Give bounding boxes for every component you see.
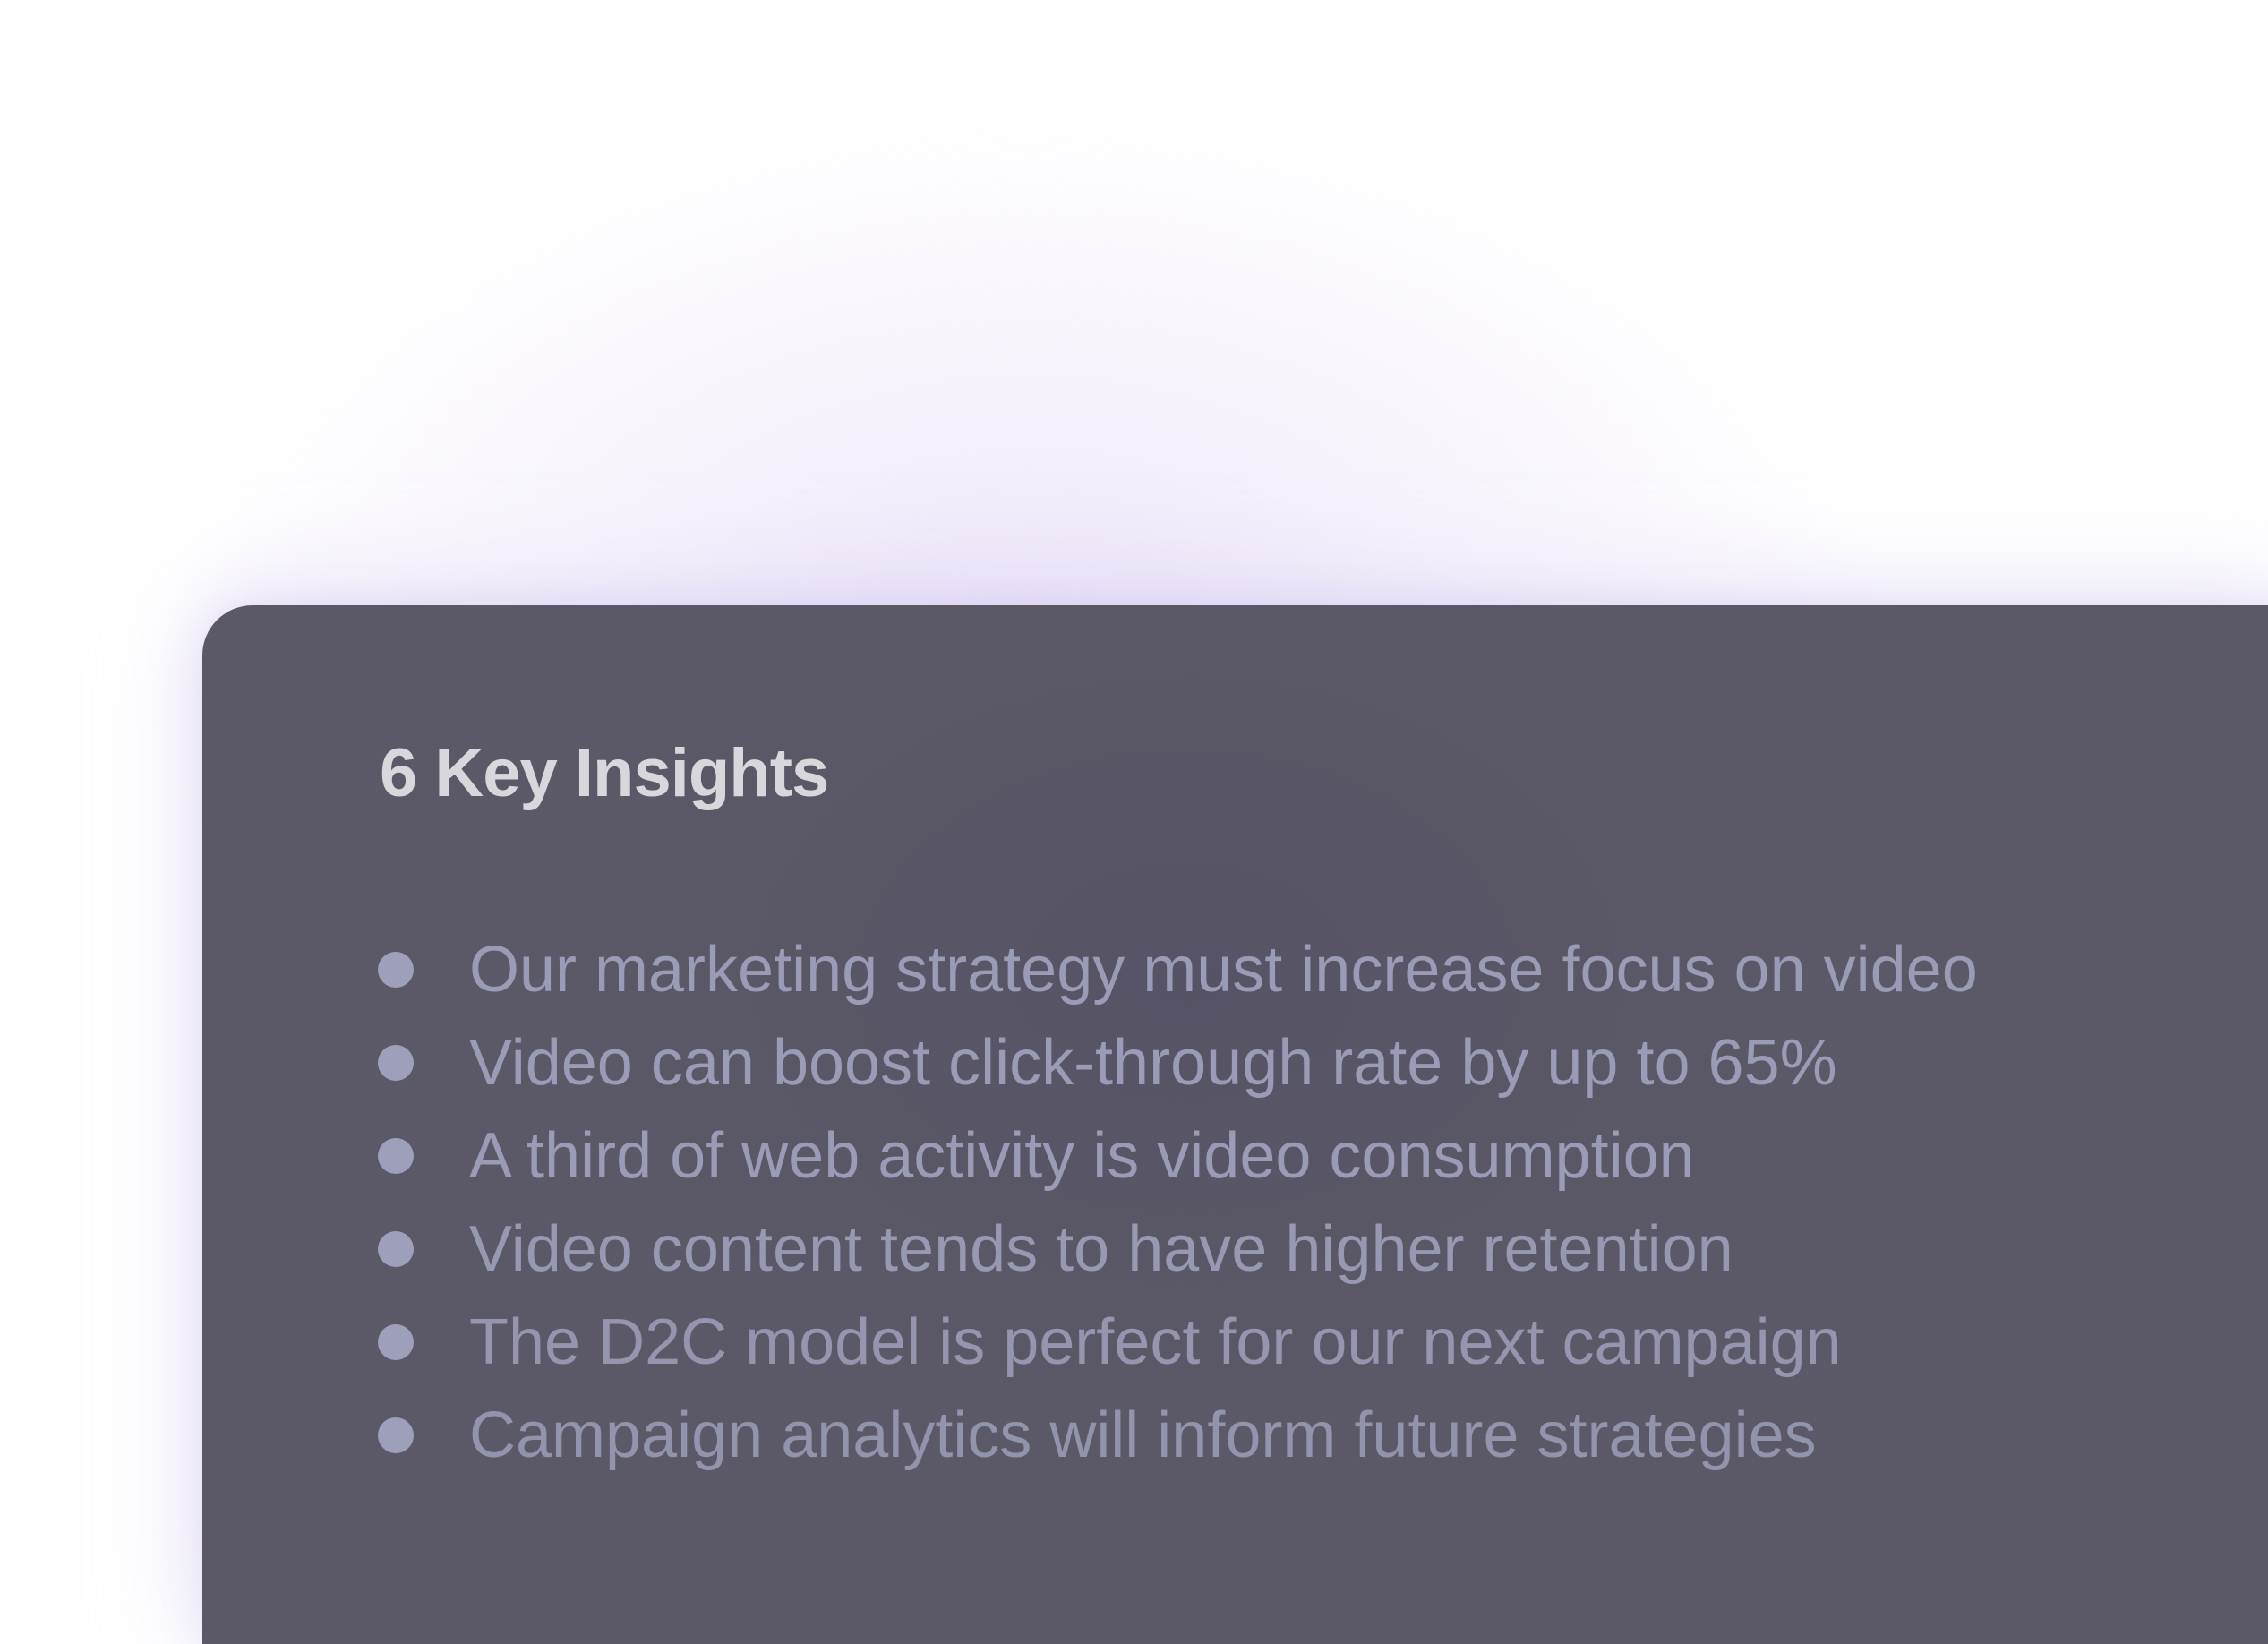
list-item: A third of web activity is video consump… (378, 1109, 1978, 1203)
insights-card: 6 Key Insights Our marketing strategy mu… (202, 605, 2268, 1644)
insights-list: Our marketing strategy must increase foc… (378, 923, 1978, 1482)
bullet-icon (378, 1417, 414, 1453)
insight-text: Video content tends to have higher reten… (469, 1213, 1733, 1285)
insight-text: A third of web activity is video consump… (469, 1120, 1695, 1192)
bullet-icon (378, 1324, 414, 1360)
bullet-icon (378, 1138, 414, 1174)
bullet-icon (378, 1231, 414, 1267)
insight-text: Our marketing strategy must increase foc… (469, 934, 1978, 1006)
list-item: The D2C model is perfect for our next ca… (378, 1296, 1978, 1389)
insight-text: Campaign analytics will inform future st… (469, 1400, 1817, 1471)
list-item: Video can boost click-through rate by up… (378, 1016, 1978, 1109)
page: { "card": { "title": "6 Key Insights", "… (0, 0, 2268, 1644)
list-item: Campaign analytics will inform future st… (378, 1389, 1978, 1482)
insight-text: The D2C model is perfect for our next ca… (469, 1306, 1842, 1378)
card-title: 6 Key Insights (380, 735, 829, 811)
list-item: Video content tends to have higher reten… (378, 1203, 1978, 1296)
list-item: Our marketing strategy must increase foc… (378, 923, 1978, 1016)
insight-text: Video can boost click-through rate by up… (469, 1027, 1837, 1099)
bullet-icon (378, 952, 414, 988)
bullet-icon (378, 1045, 414, 1081)
